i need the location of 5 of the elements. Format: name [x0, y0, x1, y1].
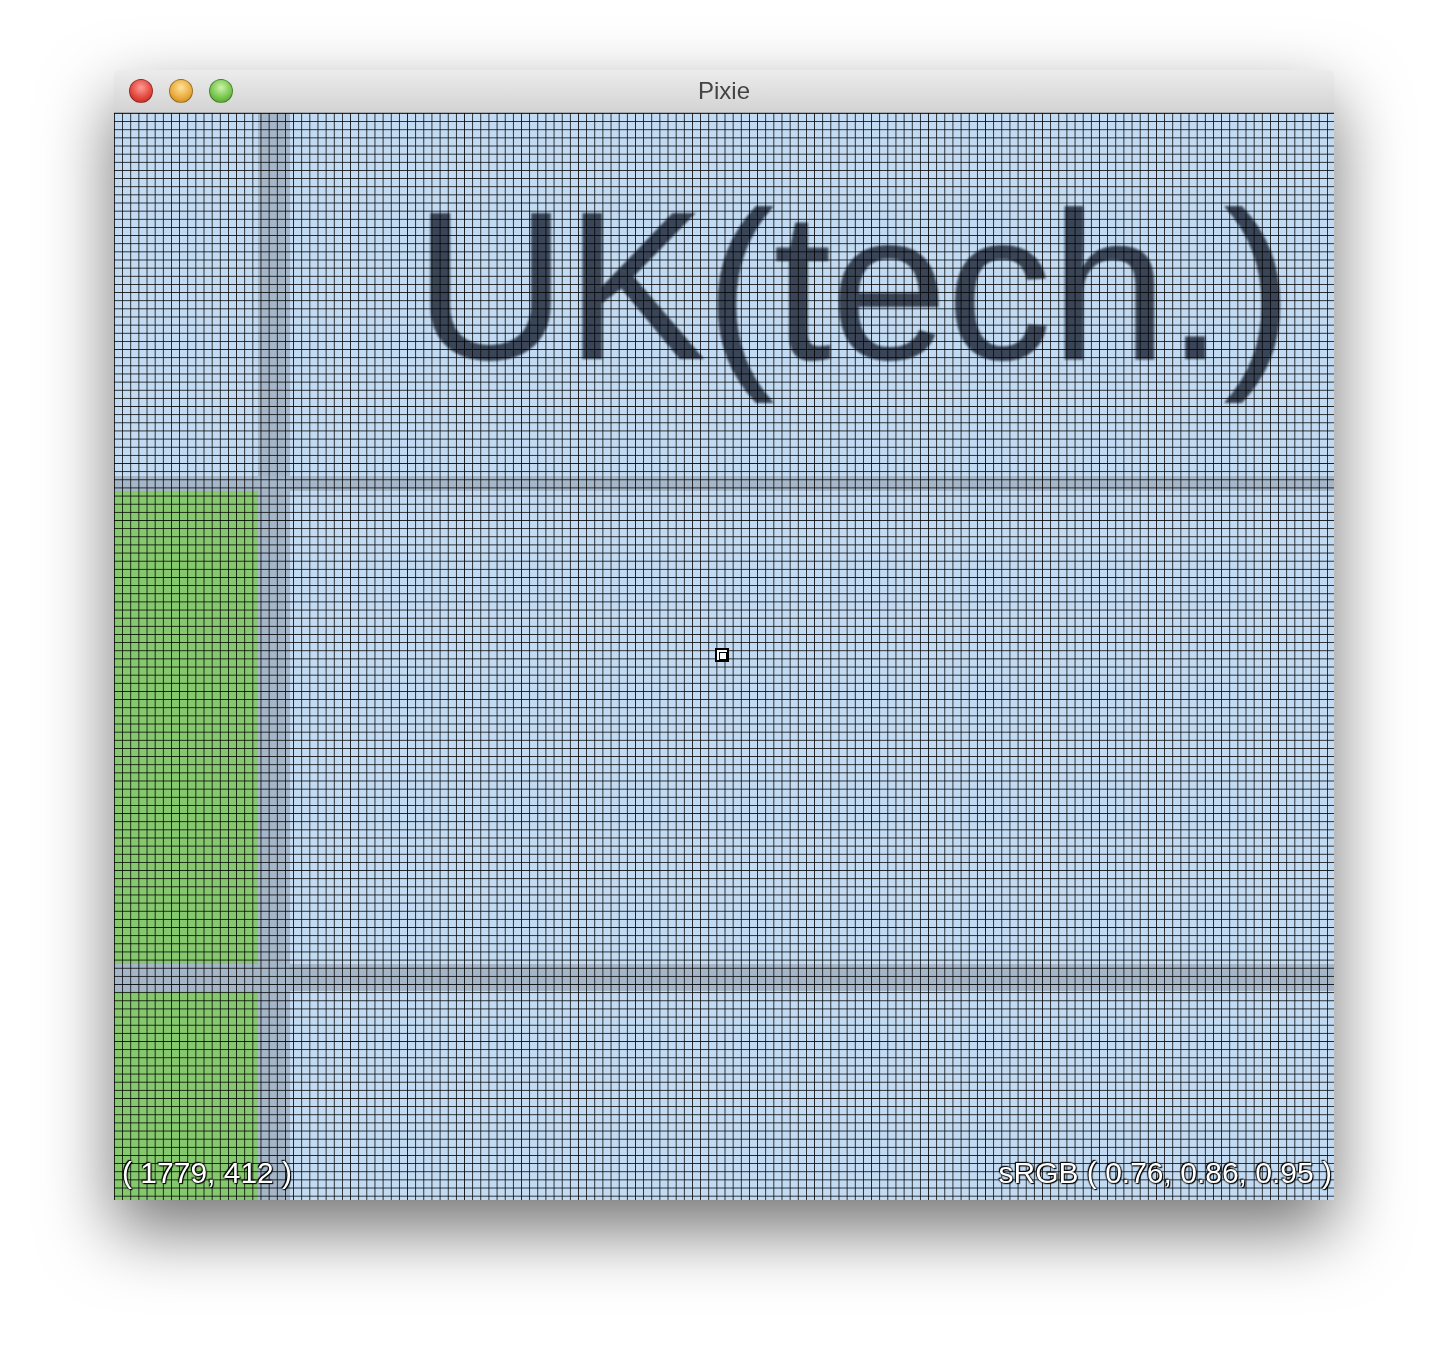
zoom-button[interactable]: [209, 79, 233, 103]
close-button[interactable]: [129, 79, 153, 103]
minimize-button[interactable]: [169, 79, 193, 103]
window-title: Pixie: [698, 77, 750, 105]
crosshair-icon: [715, 648, 729, 662]
